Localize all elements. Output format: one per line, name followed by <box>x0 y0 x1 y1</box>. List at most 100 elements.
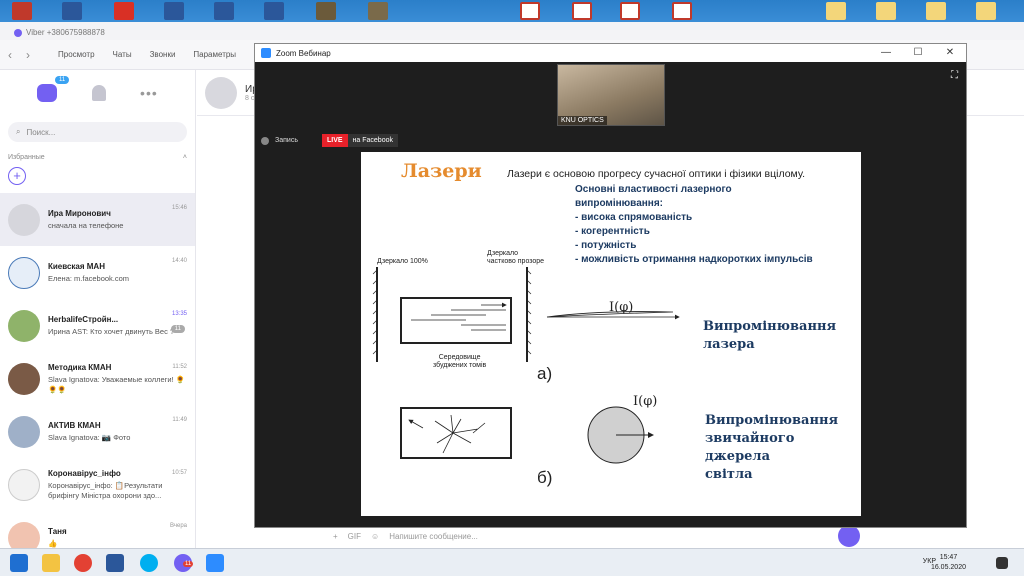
chat-item[interactable]: Киевская МАН Елена: m.facebook.com 14:40 <box>0 246 195 299</box>
chat-name: HerbalifeСтройн... <box>48 314 119 324</box>
menu-chats[interactable]: Чаты <box>113 50 132 59</box>
laser-cavity <box>372 267 680 464</box>
avatar <box>8 203 40 236</box>
chevron-up-icon[interactable]: ˄ <box>183 154 187 161</box>
zoom-window-title: Zoom Вебинар <box>276 48 331 58</box>
viber-logo-icon <box>14 28 22 37</box>
menu-settings[interactable]: Параметры <box>193 50 236 59</box>
chat-name: АКТИВ КМАН <box>48 420 101 430</box>
add-favorite-button[interactable]: + <box>8 167 26 185</box>
folder-doc-icon[interactable] <box>826 2 846 20</box>
sticker-icon[interactable]: ☺ <box>371 532 379 541</box>
message-input[interactable]: Напишите сообщение... <box>389 532 478 541</box>
chat-preview: Ирина AST: Кто хочет двинуть Вес ? <box>48 326 175 336</box>
chat-item[interactable]: АКТИВ КМАН Slava Ignatova: 📷 Фото 11:49 <box>0 405 195 458</box>
recording-status: Запись LIVE на Facebook <box>261 134 398 147</box>
favorites-label: Избранные <box>8 154 45 161</box>
caption-line: лазера <box>703 337 755 352</box>
gif-icon[interactable]: GIF <box>348 532 361 541</box>
zoom-title-bar: Zoom Вебинар — ☐ ✕ <box>255 44 966 62</box>
plus-icon[interactable]: + <box>333 532 338 541</box>
word-doc-icon[interactable] <box>214 2 234 20</box>
word-doc-icon[interactable] <box>264 2 284 20</box>
chat-time: 14:40 <box>171 258 187 264</box>
system-clock[interactable]: 15:47 16.05.2020 <box>931 553 966 573</box>
intensity-label: I(φ) <box>633 394 658 409</box>
chat-name: Ира Миронович <box>48 208 111 218</box>
folder-doc-icon[interactable] <box>976 2 996 20</box>
chat-name: Коронавірус_інфо <box>48 468 121 478</box>
avatar <box>8 362 40 395</box>
avatar <box>8 415 40 448</box>
intensity-label: I(φ) <box>609 300 634 315</box>
windows-taskbar: 11 УКР 15:47 16.05.2020 <box>0 548 1024 576</box>
image-icon[interactable] <box>368 2 388 20</box>
clock-date: 16.05.2020 <box>930 564 966 571</box>
chat-time: Вчера <box>170 523 187 529</box>
folder-doc-icon[interactable] <box>876 2 896 20</box>
pdf-icon[interactable] <box>672 2 692 20</box>
chat-time: 11:49 <box>172 417 187 423</box>
menu-calls[interactable]: Звонки <box>150 50 176 59</box>
caption-line: звичайного джерела <box>705 431 795 464</box>
pdf-icon[interactable] <box>12 2 32 20</box>
folder-doc-icon[interactable] <box>926 2 946 20</box>
menu-view[interactable]: Просмотр <box>58 50 95 59</box>
facebook-label: на Facebook <box>347 134 398 147</box>
contacts-tab-icon[interactable] <box>91 85 106 101</box>
chat-name: Методика КМАН <box>48 362 112 372</box>
word-doc-icon[interactable] <box>62 2 82 20</box>
chats-tab-icon[interactable]: 11 <box>37 76 70 102</box>
gmail-icon[interactable] <box>114 2 134 20</box>
viber-window-title: Viber +380675988878 <box>26 28 105 37</box>
maximize-button[interactable]: ☐ <box>902 44 934 62</box>
start-icon[interactable] <box>10 554 28 572</box>
chrome-icon[interactable] <box>74 554 92 572</box>
speaker-video[interactable]: KNU OPTICS <box>557 64 665 126</box>
forward-arrow-icon[interactable]: › <box>26 48 30 62</box>
minimize-button[interactable]: — <box>870 44 902 62</box>
more-tab-icon[interactable]: ••• <box>140 85 158 101</box>
pdf-icon[interactable] <box>572 2 592 20</box>
back-arrow-icon[interactable]: ‹ <box>8 48 12 62</box>
chat-item[interactable]: Методика КМАН Slava Ignatova: Уважаемые к… <box>0 352 195 405</box>
image-icon[interactable] <box>316 2 336 20</box>
pdf-icon[interactable] <box>520 2 540 20</box>
avatar <box>8 256 40 289</box>
viber-taskbar-badge: 11 <box>183 561 194 567</box>
close-button[interactable]: ✕ <box>934 44 966 62</box>
skype-icon[interactable] <box>140 554 158 572</box>
record-label: Запись <box>275 137 298 144</box>
unread-badge: 11 <box>54 76 70 84</box>
chat-item[interactable]: Ира Миронович сначала на телефоне 15:46 <box>0 193 195 246</box>
avatar <box>205 76 237 109</box>
chat-time: 13:35 <box>171 311 187 317</box>
microphone-button[interactable] <box>838 525 860 547</box>
presentation-slide: Лазери Лазери є основою прогресу сучасно… <box>361 152 861 516</box>
word-doc-icon[interactable] <box>164 2 184 20</box>
caption-line: Випромінювання <box>703 319 837 334</box>
search-field[interactable]: ⌕ Поиск... <box>8 122 187 142</box>
speaker-name-label: KNU OPTICS <box>558 116 607 125</box>
file-explorer-icon[interactable] <box>42 554 60 572</box>
caption-line: Випромінювання <box>705 413 839 428</box>
chat-name: Таня <box>48 526 67 536</box>
chat-item[interactable]: Коронавірус_інфо Коронавірус_інфо: 📋Резул… <box>0 458 195 511</box>
word-icon[interactable] <box>106 554 124 572</box>
fullscreen-icon[interactable]: ⛶ <box>951 70 958 81</box>
pdf-icon[interactable] <box>620 2 640 20</box>
chat-preview: Slava Ignatova: 📷 Фото <box>48 432 131 442</box>
chat-list-panel: 11 ••• ⌕ Поиск... Избранные ˄ + Ира Миро… <box>0 70 196 554</box>
viber-icon[interactable]: 11 <box>174 554 194 572</box>
zoom-logo-icon <box>261 48 271 58</box>
label-a: а) <box>537 364 553 383</box>
chat-time: 10:57 <box>171 470 187 476</box>
zoom-icon[interactable] <box>206 554 224 572</box>
chat-preview: Елена: m.facebook.com <box>48 273 130 283</box>
live-badge: LIVE <box>321 134 348 147</box>
chat-item[interactable]: HerbalifeСтройн... Ирина AST: Кто хочет д… <box>0 299 195 352</box>
chat-preview: Коронавірус_інфо: 📋Результати брифінгу М… <box>48 480 163 500</box>
viber-title-bar: Viber +380675988878 <box>0 22 1024 40</box>
notifications-icon[interactable] <box>996 557 1008 569</box>
search-placeholder: Поиск... <box>26 127 56 137</box>
